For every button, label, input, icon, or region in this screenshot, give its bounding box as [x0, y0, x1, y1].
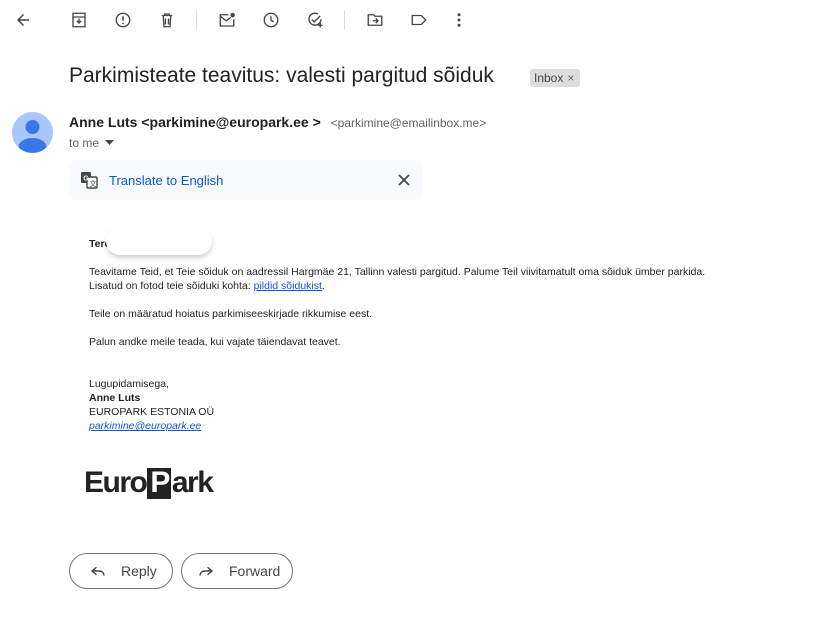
forward-icon: [199, 566, 214, 576]
archive-icon[interactable]: [67, 8, 91, 32]
svg-text:G: G: [83, 176, 89, 183]
sender-name[interactable]: Anne Luts: [69, 114, 137, 130]
move-to-icon[interactable]: [363, 8, 387, 32]
signature-name: Anne Luts: [89, 392, 141, 404]
body-paragraph-2: Teile on määratud hoiatus parkimiseeskir…: [89, 308, 373, 320]
sender-actual-email: <parkimine@emailinbox.me>: [330, 116, 487, 130]
logo-text-right: ark: [171, 466, 214, 499]
signature-company: EUROPARK ESTONIA OÜ: [89, 406, 215, 418]
sender-display-email: <parkimine@europark.ee >: [141, 114, 321, 130]
signature-email: parkimine@europark.ee: [89, 420, 201, 432]
europark-logo: Euro Park: [84, 466, 214, 500]
reply-button[interactable]: Reply: [69, 553, 173, 589]
add-to-tasks-icon[interactable]: [303, 8, 327, 32]
report-spam-icon[interactable]: [111, 8, 135, 32]
email-subject: Parkimisteate teavitus: valesti pargitud…: [69, 64, 494, 87]
signature-email-link[interactable]: parkimine@europark.ee: [89, 420, 201, 432]
toolbar-divider: [196, 10, 197, 30]
close-icon[interactable]: [396, 172, 412, 188]
recipient-label: to me: [69, 136, 100, 150]
forward-label: Forward: [229, 563, 281, 579]
chevron-down-icon: [105, 140, 115, 145]
photos-link[interactable]: pildid sõidukist: [254, 280, 322, 292]
logo-text-left: Euro: [84, 466, 148, 499]
body-paragraph-3: Palun andke meile teada, kui vajate täie…: [89, 336, 341, 348]
svg-text:文: 文: [90, 179, 97, 188]
back-arrow-icon[interactable]: [11, 8, 35, 32]
logo-text-p: P: [147, 467, 171, 499]
photos-suffix: .: [321, 280, 325, 292]
inbox-label-text: Inbox: [534, 71, 564, 85]
forward-button[interactable]: Forward: [181, 553, 293, 589]
more-vert-icon[interactable]: [447, 8, 471, 32]
recipient-details-toggle[interactable]: to me: [69, 136, 115, 150]
avatar[interactable]: [12, 112, 53, 153]
reply-icon: [90, 566, 105, 576]
remove-label-icon[interactable]: ×: [567, 71, 574, 85]
body-paragraph-1-line-1: Teavitame Teid, et Teie sõiduk on aadres…: [89, 266, 706, 278]
delete-icon[interactable]: [155, 8, 179, 32]
inbox-label-chip[interactable]: Inbox ×: [530, 69, 581, 87]
reply-label: Reply: [121, 563, 157, 579]
redaction-mark: [106, 227, 212, 255]
toolbar-divider: [344, 10, 345, 30]
sender-line: Anne Luts <parkimine@europark.ee > <park…: [69, 114, 486, 130]
label-icon[interactable]: [407, 8, 431, 32]
translate-icon: G 文: [81, 172, 98, 189]
body-paragraph-1-line-2: Lisatud on fotod teie sõiduki kohta: pil…: [89, 280, 325, 292]
mark-unread-icon[interactable]: [215, 8, 239, 32]
translate-bar: G 文 Translate to English: [69, 160, 423, 200]
closing: Lugupidamisega,: [89, 378, 169, 390]
translate-link[interactable]: Translate to English: [109, 173, 223, 188]
photos-prefix: Lisatud on fotod teie sõiduki kohta:: [89, 280, 254, 292]
snooze-icon[interactable]: [259, 8, 283, 32]
